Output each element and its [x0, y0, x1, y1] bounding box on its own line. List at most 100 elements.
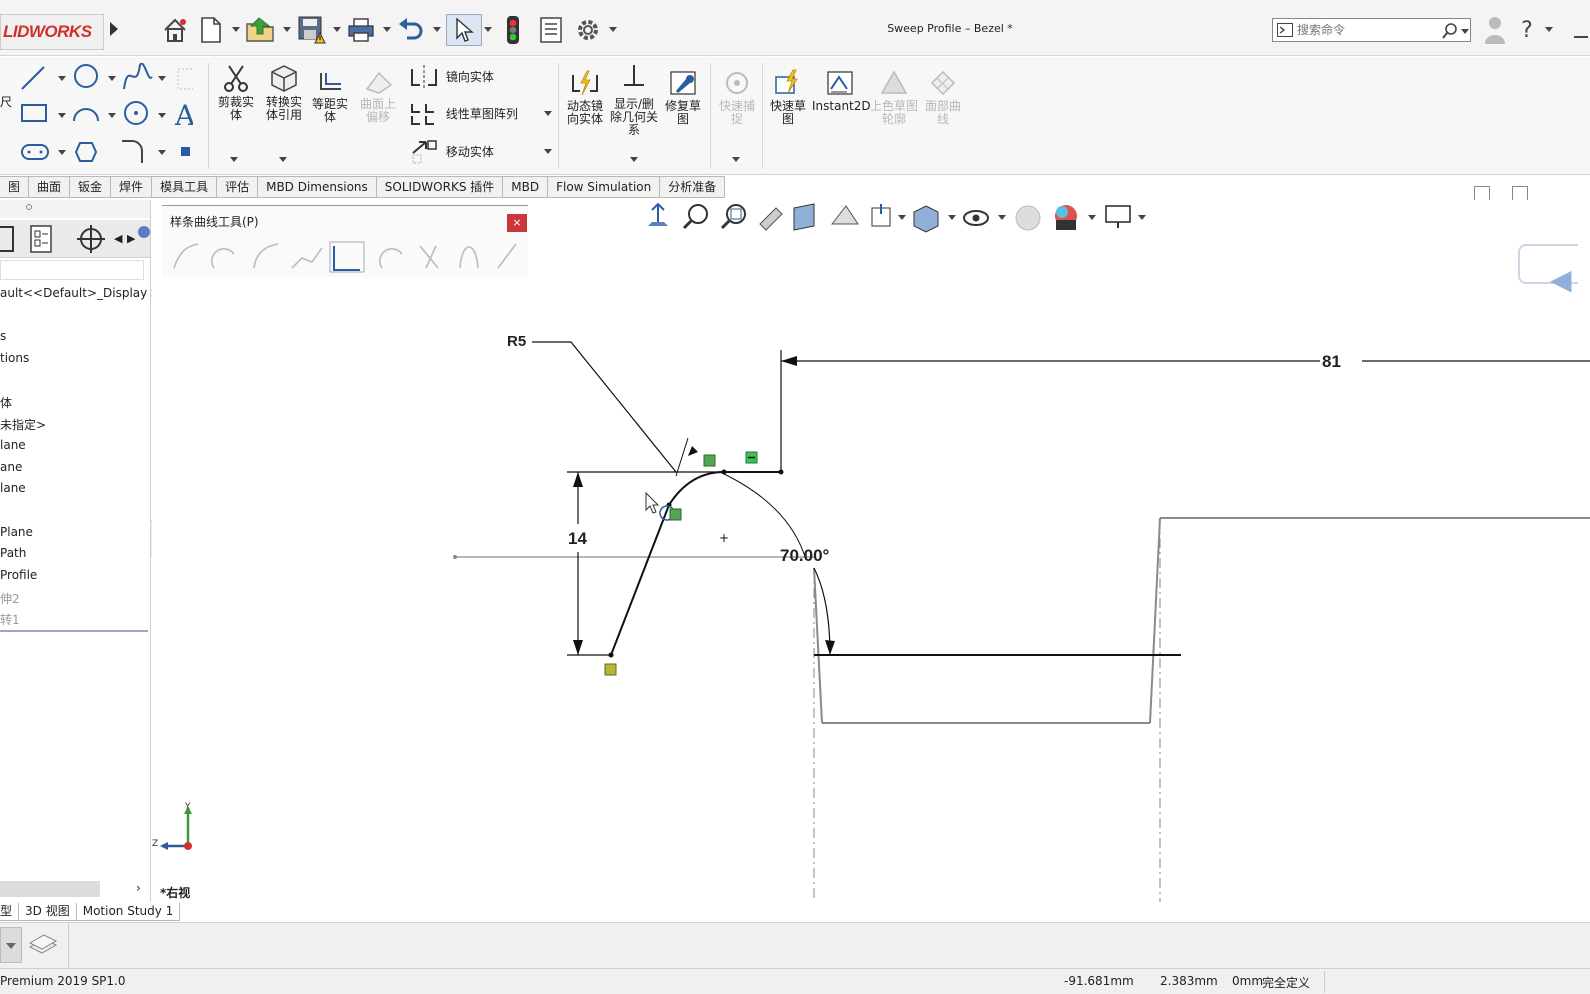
tree-item[interactable]: ane	[0, 460, 22, 474]
rollback-bar[interactable]	[0, 630, 148, 632]
tab-weldments[interactable]: 焊件	[111, 176, 153, 198]
instant2d-button[interactable]: Instant2D	[812, 69, 871, 113]
angle-dimension[interactable]: 70.00°	[780, 546, 829, 566]
face-curves-button[interactable]: 面部曲线	[920, 69, 966, 126]
chevron-down-icon[interactable]	[609, 27, 617, 32]
chevron-down-icon[interactable]	[544, 149, 552, 154]
display-delete-relations-button[interactable]: 显示/删除几何关系	[610, 63, 658, 137]
appearance-sphere-icon[interactable]	[138, 226, 150, 238]
tab-sheet-metal[interactable]: 钣金	[70, 176, 112, 198]
tab-evaluate[interactable]: 评估	[217, 176, 259, 198]
tree-item[interactable]: 伸2	[0, 590, 20, 607]
offset-entities-button[interactable]: 等距实体	[308, 69, 352, 124]
print-icon[interactable]	[346, 14, 376, 46]
chevron-down-icon[interactable]	[732, 157, 740, 162]
tab-3d-views[interactable]: 3D 视图	[19, 903, 77, 921]
convert-entities-button[interactable]: 转换实体引用	[262, 63, 306, 122]
chevron-down-icon[interactable]	[230, 157, 238, 162]
trim-entities-button[interactable]: 剪裁实体	[214, 63, 258, 122]
solidworks-logo[interactable]: LIDWORKS	[0, 14, 104, 50]
scroll-right-chevron-icon[interactable]: ›	[136, 881, 141, 895]
quick-snaps-button[interactable]: 快速捕捉	[714, 69, 760, 126]
home-icon[interactable]	[160, 14, 190, 46]
tree-item[interactable]: s	[0, 329, 6, 343]
linear-pattern-button[interactable]: 线性草图阵列	[410, 102, 560, 126]
tree-item[interactable]: Plane	[0, 525, 33, 539]
sketch-entity-tools[interactable]: A	[18, 63, 193, 175]
tab-surfaces[interactable]: 曲面	[29, 176, 71, 198]
tab-mold-tools[interactable]: 模具工具	[152, 176, 218, 198]
chevron-down-icon[interactable]	[630, 157, 638, 162]
length-dimension[interactable]: 81	[1322, 352, 1341, 372]
chevron-down-icon[interactable]	[484, 27, 492, 32]
tab-mbd-dimensions[interactable]: MBD Dimensions	[258, 176, 377, 198]
select-pointer-icon[interactable]	[446, 14, 482, 46]
user-account-icon[interactable]	[1482, 14, 1508, 46]
command-manager-ribbon: 尺 A 剪裁实体 转换实体引用 等距实体 曲面上偏移 镜向实体 线性草图阵列 移…	[0, 57, 1590, 175]
scroll-right-arrow-icon[interactable]: ▶	[127, 232, 135, 245]
search-input[interactable]	[1297, 21, 1437, 39]
collapse-chevron-icon[interactable]	[0, 927, 22, 963]
undo-icon[interactable]	[396, 14, 426, 46]
offset-on-surface-button[interactable]: 曲面上偏移	[356, 69, 400, 124]
scroll-left-arrow-icon[interactable]: ◀	[114, 232, 122, 245]
save-icon[interactable]	[296, 14, 328, 46]
chevron-down-icon[interactable]	[1545, 27, 1553, 32]
search-command-box[interactable]	[1272, 18, 1471, 42]
display-state-item[interactable]: ault<<Default>_Display St	[0, 286, 163, 300]
tree-item[interactable]: tions	[0, 351, 29, 365]
tree-item[interactable]: 体	[0, 394, 12, 411]
tab-solidworks-addins[interactable]: SOLIDWORKS 插件	[376, 176, 504, 198]
tab-motion-study[interactable]: Motion Study 1	[76, 903, 181, 921]
tree-item[interactable]: lane	[0, 438, 26, 452]
tree-item[interactable]: 转1	[0, 611, 20, 628]
new-document-icon[interactable]	[198, 14, 224, 46]
chevron-down-icon[interactable]	[383, 27, 391, 32]
sketch-geometry[interactable]: +	[152, 200, 1590, 902]
shaded-contours-icon	[880, 70, 908, 94]
height-dimension[interactable]: 14	[568, 529, 587, 549]
feature-tree-tab-icon[interactable]	[0, 226, 14, 252]
tree-item[interactable]: 未指定>	[0, 416, 46, 433]
chevron-down-icon[interactable]	[544, 111, 552, 116]
tab-flow-simulation[interactable]: Flow Simulation	[548, 176, 661, 198]
filter-field[interactable]	[0, 260, 144, 280]
horizontal-scrollbar[interactable]	[0, 881, 100, 897]
property-manager-tab-icon[interactable]	[28, 224, 54, 254]
offset-on-surface-label: 曲面上偏移	[359, 97, 396, 124]
panel-grip[interactable]	[0, 200, 150, 218]
file-properties-icon[interactable]	[536, 14, 566, 46]
rapid-sketch-button[interactable]: 快速草图	[766, 69, 810, 126]
open-document-icon[interactable]	[244, 14, 278, 46]
dynamic-mirror-button[interactable]: 动态镜向实体	[562, 69, 608, 126]
tree-item[interactable]: lane	[0, 481, 26, 495]
expand-menu-arrow-icon[interactable]	[110, 22, 118, 36]
mirror-entities-button[interactable]: 镜向实体	[410, 65, 560, 89]
tab-model[interactable]: 型	[0, 903, 20, 921]
tree-item[interactable]: Path	[0, 546, 26, 560]
help-icon[interactable]: ?	[1516, 14, 1538, 46]
repair-sketch-button[interactable]: 修复草图	[660, 69, 706, 126]
tree-item[interactable]: Profile	[0, 568, 37, 582]
options-gear-icon[interactable]	[572, 14, 604, 46]
search-icon[interactable]	[1441, 22, 1459, 40]
chevron-down-icon[interactable]	[232, 27, 240, 32]
chevron-down-icon[interactable]	[1461, 29, 1469, 34]
rebuild-traffic-light-icon[interactable]	[500, 14, 526, 46]
shaded-sketch-contours-button[interactable]: 上色草图轮廓	[870, 69, 918, 126]
chevron-down-icon[interactable]	[279, 157, 287, 162]
move-entities-button[interactable]: 移动实体	[410, 139, 560, 165]
sheets-stack-icon[interactable]	[28, 933, 58, 957]
chevron-down-icon[interactable]	[433, 27, 441, 32]
graphics-area[interactable]: 样条曲线工具(P) × ◀ + R5 81 14 70.00° Y Z *右视	[152, 200, 1590, 902]
circle-icon	[74, 64, 98, 88]
tab-sketch[interactable]: 图	[0, 176, 30, 198]
chevron-down-icon[interactable]	[283, 27, 291, 32]
radius-dimension[interactable]: R5	[507, 333, 526, 350]
tab-analysis-prep[interactable]: 分析准备	[660, 176, 726, 198]
tab-mbd[interactable]: MBD	[503, 176, 549, 198]
configuration-manager-crosshair-icon[interactable]	[76, 224, 106, 254]
ribbon-separator	[762, 63, 763, 169]
minimize-icon[interactable]	[1574, 36, 1588, 38]
chevron-down-icon[interactable]	[333, 27, 341, 32]
